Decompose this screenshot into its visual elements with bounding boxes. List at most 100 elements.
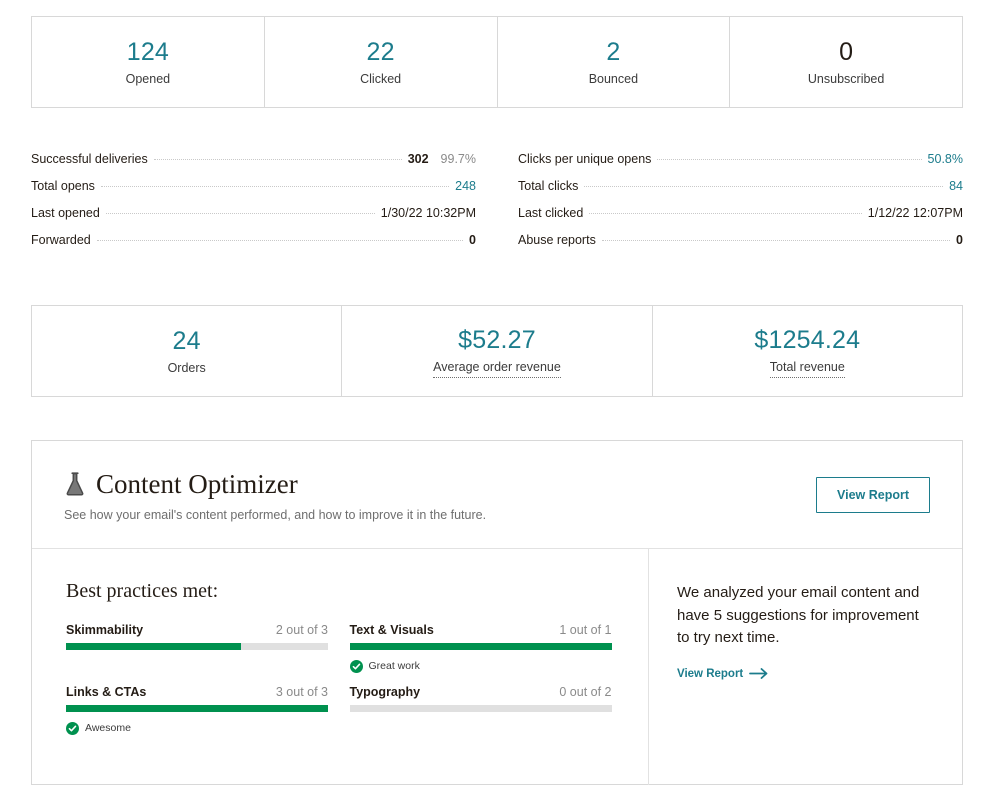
leader-dots [657,159,921,160]
best-practice-name: Typography [350,685,421,699]
detail-row-total-opens: Total opens 248 [31,179,476,206]
best-practices-title: Best practices met: [66,579,616,603]
best-practice-note-text: Awesome [85,722,131,734]
view-report-link[interactable]: View Report [677,668,769,680]
detail-row-forwarded: Forwarded 0 [31,233,476,260]
engagement-stats-row: 124 Opened 22 Clicked 2 Bounced 0 Unsubs… [31,16,963,108]
content-optimizer-header: Content Optimizer See how your email's c… [32,441,962,549]
detail-value: 302 [408,152,429,166]
leader-dots [97,240,463,241]
detail-row-last-clicked: Last clicked 1/12/22 12:07PM [518,206,963,233]
flask-icon [64,471,86,497]
content-optimizer-body: Best practices met: Skimmability 2 out o… [32,549,962,785]
best-practice-score: 2 out of 3 [276,623,328,637]
stat-value-bounced: 2 [606,37,620,67]
detail-label: Forwarded [31,233,91,247]
leader-dots [589,213,861,214]
best-practice-note: Great work [350,659,612,673]
progress-bar-fill [66,643,241,650]
content-optimizer-title-line: Content Optimizer [64,469,486,499]
check-circle-icon [350,660,363,673]
view-report-link-label: View Report [677,668,743,680]
progress-bar-fill [66,705,328,712]
content-optimizer-subtitle: See how your email's content performed, … [64,508,486,522]
stat-card-bounced: 2 Bounced [498,17,731,107]
detail-value: 0 [469,233,476,247]
detail-stats-section: Successful deliveries 302 99.7% Total op… [31,152,963,260]
leader-dots [101,186,449,187]
content-optimizer-summary-panel: We analyzed your email content and have … [649,549,962,785]
stat-value-clicked: 22 [367,37,395,67]
detail-value: 50.8% [928,152,963,166]
stat-label-clicked: Clicked [360,70,401,88]
revenue-label-average-order-revenue[interactable]: Average order revenue [433,358,561,378]
detail-value: 1/12/22 12:07PM [868,206,963,220]
best-practice-name: Links & CTAs [66,685,146,699]
revenue-card-average-order-revenue: $52.27 Average order revenue [342,306,652,396]
progress-bar-track [66,705,328,712]
revenue-value-orders: 24 [173,326,201,356]
progress-bar-fill [350,643,612,650]
detail-label: Total clicks [518,179,578,193]
detail-stats-left-column: Successful deliveries 302 99.7% Total op… [31,152,476,260]
view-report-button[interactable]: View Report [816,477,930,513]
revenue-label-total-revenue[interactable]: Total revenue [770,358,845,378]
best-practice-note: Awesome [66,721,328,735]
stat-label-opened: Opened [126,70,170,88]
best-practice-header: Text & Visuals 1 out of 1 [350,623,612,637]
content-optimizer-header-text: Content Optimizer See how your email's c… [64,465,486,522]
revenue-stats-row: 24 Orders $52.27 Average order revenue $… [31,305,963,397]
best-practices-panel: Best practices met: Skimmability 2 out o… [32,549,649,785]
revenue-value-total-revenue: $1254.24 [754,325,860,355]
detail-stats-right-column: Clicks per unique opens 50.8% Total clic… [518,152,963,260]
detail-row-last-opened: Last opened 1/30/22 10:32PM [31,206,476,233]
stat-value-opened: 124 [127,37,169,67]
detail-value: 248 [455,179,476,193]
detail-value: 0 [956,233,963,247]
stat-label-bounced: Bounced [589,70,638,88]
revenue-card-orders: 24 Orders [32,306,342,396]
progress-bar-track [66,643,328,650]
stat-card-unsubscribed: 0 Unsubscribed [730,17,962,107]
best-practice-header: Links & CTAs 3 out of 3 [66,685,328,699]
best-practice-skimmability: Skimmability 2 out of 3 [66,623,328,673]
detail-value: 84 [949,179,963,193]
best-practice-header: Skimmability 2 out of 3 [66,623,328,637]
check-circle-icon [66,722,79,735]
campaign-report-page: 124 Opened 22 Clicked 2 Bounced 0 Unsubs… [0,0,1006,802]
best-practice-name: Skimmability [66,623,143,637]
detail-label: Clicks per unique opens [518,152,651,166]
detail-row-total-clicks: Total clicks 84 [518,179,963,206]
detail-label: Successful deliveries [31,152,148,166]
best-practices-grid: Skimmability 2 out of 3 Te [66,623,616,735]
arrow-right-icon [749,668,769,679]
revenue-label-orders: Orders [168,359,206,377]
stat-card-opened: 124 Opened [32,17,265,107]
best-practice-header: Typography 0 out of 2 [350,685,612,699]
best-practice-score: 0 out of 2 [559,685,611,699]
stat-value-unsubscribed: 0 [839,37,853,67]
best-practice-name: Text & Visuals [350,623,434,637]
leader-dots [584,186,943,187]
best-practice-text-and-visuals: Text & Visuals 1 out of 1 [350,623,612,673]
content-optimizer-title: Content Optimizer [96,469,298,499]
revenue-value-average-order-revenue: $52.27 [458,325,536,355]
detail-label: Abuse reports [518,233,596,247]
leader-dots [106,213,375,214]
optimizer-summary-text: We analyzed your email content and have … [677,582,932,650]
stat-label-unsubscribed: Unsubscribed [808,70,884,88]
best-practice-links-and-ctas: Links & CTAs 3 out of 3 [66,685,328,735]
best-practice-typography: Typography 0 out of 2 [350,685,612,735]
best-practice-score: 1 out of 1 [559,623,611,637]
stat-card-clicked: 22 Clicked [265,17,498,107]
detail-row-successful-deliveries: Successful deliveries 302 99.7% [31,152,476,179]
detail-label: Last clicked [518,206,583,220]
progress-bar-track [350,705,612,712]
best-practice-score: 3 out of 3 [276,685,328,699]
detail-row-abuse-reports: Abuse reports 0 [518,233,963,260]
detail-subvalue: 99.7% [441,152,476,166]
leader-dots [602,240,950,241]
revenue-card-total-revenue: $1254.24 Total revenue [653,306,962,396]
content-optimizer-card: Content Optimizer See how your email's c… [31,440,963,785]
detail-value: 1/30/22 10:32PM [381,206,476,220]
